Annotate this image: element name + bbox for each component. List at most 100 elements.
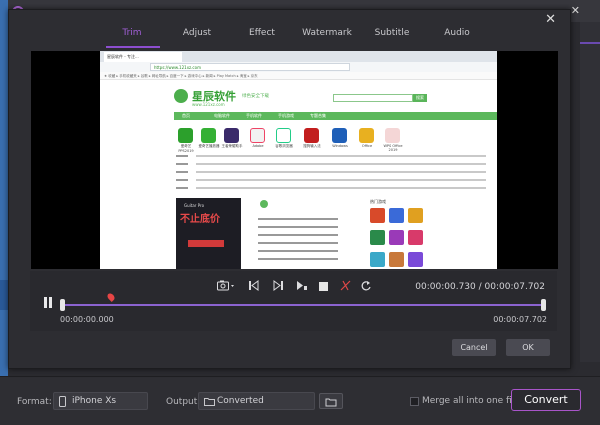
ad-button — [188, 240, 224, 247]
main-app-right-panel — [580, 22, 600, 362]
format-label: Format: — [17, 397, 52, 407]
app-icon — [304, 128, 319, 143]
list-item — [258, 250, 338, 252]
site-nav-item: 手机游戏 — [278, 113, 294, 118]
games-title: 热门游戏 — [370, 199, 386, 204]
ad-subtitle: Guitar Pro — [184, 203, 205, 208]
game-icon — [389, 208, 404, 223]
site-nav: 首页 电脑软件 手机软件 手机游戏 专题合集 — [174, 112, 497, 120]
site-nav-item: 专题合集 — [310, 113, 326, 118]
app-icon — [332, 128, 347, 143]
bottom-bar: Format: iPhone Xs Output: Converted Merg… — [0, 376, 600, 425]
app-caption: 爱奇艺PPS2019 — [178, 144, 194, 153]
tab-trim[interactable]: Trim — [97, 28, 167, 38]
text-row — [196, 155, 486, 157]
app-caption: 搜狗输入法 — [303, 144, 321, 148]
tab-effect[interactable]: Effect — [227, 28, 297, 38]
app-caption: 爱奇艺播放器 — [198, 144, 220, 148]
browser-bookmarks: ★ 收藏 ▸ 手机收藏夹 ▸ 谷歌 ▸ 网址导航 ▸ 百度一下 ▸ 游戏中心 ▸… — [100, 72, 497, 80]
app-caption: WPS Office 2019 — [383, 144, 403, 152]
game-icon — [408, 230, 423, 245]
tab-subtitle[interactable]: Subtitle — [357, 28, 427, 38]
text-row — [176, 187, 188, 189]
trim-end-time: 00:00:07.702 — [493, 315, 547, 324]
trim-end-handle[interactable] — [541, 299, 546, 311]
close-icon[interactable]: ✕ — [545, 12, 556, 27]
open-folder-icon — [325, 398, 337, 407]
format-value: iPhone Xs — [72, 396, 117, 406]
text-row — [196, 163, 486, 165]
text-row — [176, 155, 188, 157]
cancel-button[interactable]: Cancel — [452, 339, 496, 356]
app-caption: Office — [361, 144, 373, 148]
active-tab-indicator — [106, 46, 160, 48]
format-select[interactable]: iPhone Xs — [53, 392, 148, 410]
site-nav-item: 首页 — [182, 113, 190, 118]
trim-start-time: 00:00:00.000 — [60, 315, 114, 324]
trim-start-handle[interactable] — [60, 299, 65, 311]
preview-frame: 星辰软件 - 专注... https://www.121xz.com ★ 收藏 … — [100, 51, 497, 269]
browser-tabbar: 星辰软件 - 专注... — [100, 51, 497, 62]
output-select[interactable]: Converted — [198, 392, 315, 410]
game-icon — [389, 252, 404, 267]
stop-icon[interactable] — [319, 281, 328, 294]
app-caption: 王者荣耀助手 — [221, 144, 243, 148]
list-item — [258, 226, 338, 228]
list-item — [258, 234, 338, 236]
game-icon — [370, 252, 385, 267]
ok-button[interactable]: OK — [506, 339, 550, 356]
time-separator: / — [475, 282, 485, 292]
current-time: 00:00:00.730 — [415, 282, 476, 292]
app-icon — [276, 128, 291, 143]
open-folder-button[interactable] — [319, 393, 343, 409]
main-app-accent-line — [580, 42, 600, 44]
site-slogan: 绿色安全下载 — [242, 94, 269, 99]
app-icon — [201, 128, 216, 143]
video-preview: 星辰软件 - 专注... https://www.121xz.com ★ 收藏 … — [31, 51, 558, 269]
time-readout: 00:00:00.730 / 00:00:07.702 — [415, 282, 545, 292]
text-row — [176, 171, 188, 173]
game-icon — [408, 252, 423, 267]
convert-button[interactable]: Convert — [511, 389, 581, 411]
merge-checkbox[interactable] — [410, 397, 419, 406]
text-row — [196, 179, 486, 181]
list-item — [258, 242, 338, 244]
trim-range-track[interactable] — [62, 304, 544, 306]
rotate-icon[interactable] — [361, 280, 372, 294]
desktop-edge — [0, 0, 8, 425]
output-label: Output: — [166, 397, 201, 407]
mark-in-icon[interactable] — [296, 280, 308, 294]
app-icon — [250, 128, 265, 143]
text-row — [176, 179, 188, 181]
app-caption: Adobe — [252, 144, 264, 148]
next-frame-icon[interactable] — [272, 280, 284, 294]
folder-icon — [204, 396, 215, 412]
pause-button[interactable] — [43, 297, 53, 311]
site-logo-url: www.121xz.com — [192, 102, 225, 107]
text-row — [176, 163, 188, 165]
text-row — [196, 187, 486, 189]
download-list — [254, 198, 349, 269]
site-search-button: 搜索 — [413, 94, 427, 102]
app-icon — [359, 128, 374, 143]
total-time: 00:00:07.702 — [484, 282, 545, 292]
browser-tab: 星辰软件 - 专注... — [104, 52, 182, 62]
tab-audio[interactable]: Audio — [422, 28, 492, 38]
site-logo-icon — [174, 89, 188, 103]
app-icon — [385, 128, 400, 143]
list-item — [258, 258, 338, 260]
prev-frame-icon[interactable] — [248, 280, 260, 294]
merge-label: Merge all into one file — [422, 396, 520, 406]
text-row — [196, 171, 486, 173]
tab-adjust[interactable]: Adjust — [162, 28, 232, 38]
site-nav-item: 电脑软件 — [214, 113, 230, 118]
game-icon — [408, 208, 423, 223]
site-search-box — [333, 94, 413, 102]
game-icon — [370, 208, 385, 223]
ad-title: 不止底价 — [180, 214, 220, 225]
tab-watermark[interactable]: Watermark — [292, 28, 362, 38]
game-icon — [370, 230, 385, 245]
camera-icon[interactable] — [217, 280, 235, 294]
list-item — [258, 218, 338, 220]
cut-icon[interactable] — [340, 280, 351, 294]
